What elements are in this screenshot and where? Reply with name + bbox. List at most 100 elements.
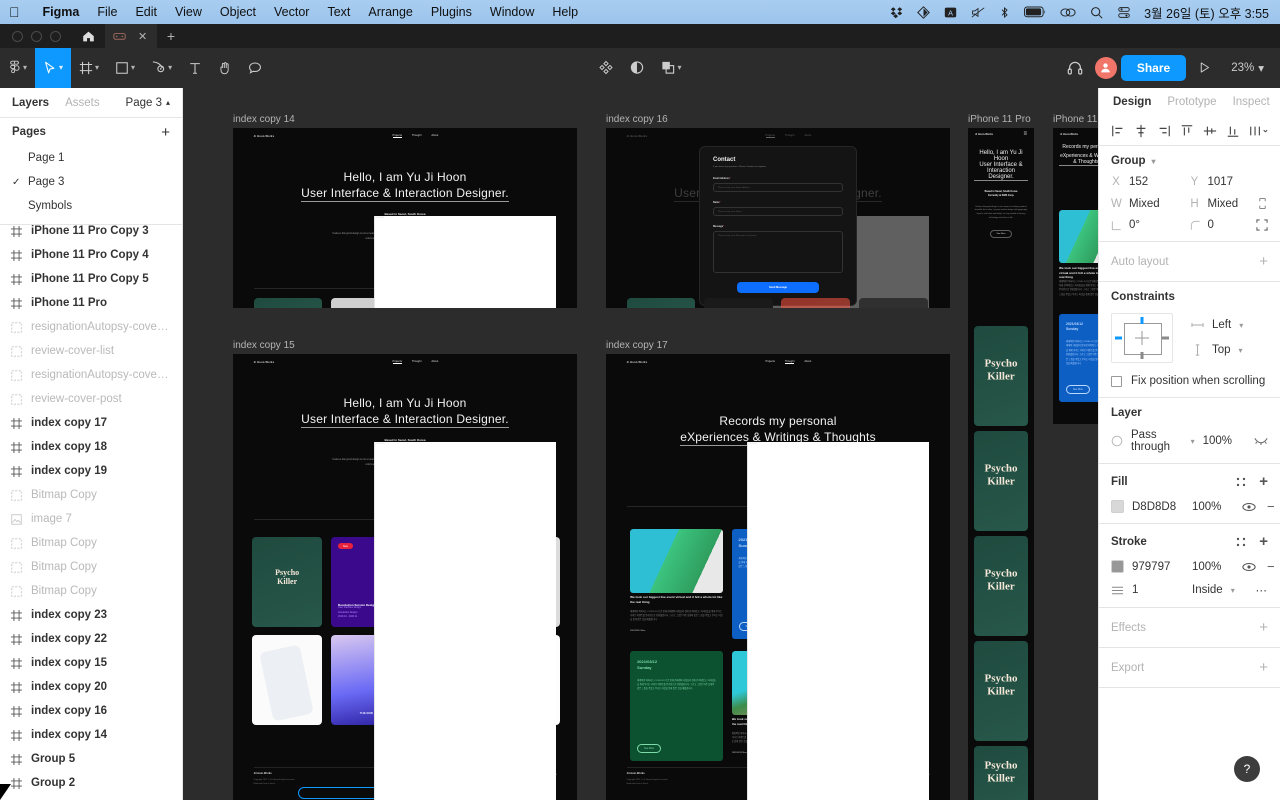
fix-position-checkbox[interactable] (1111, 375, 1122, 387)
layer-row[interactable]: index copy 15 (0, 651, 182, 675)
project-thumbnail[interactable] (704, 298, 773, 308)
project-thumbnail[interactable] (858, 298, 928, 308)
email-field[interactable]: Please enter your Email address (713, 183, 843, 192)
nav-about[interactable]: About (804, 360, 811, 364)
menu-plugins[interactable]: Plugins (422, 5, 481, 19)
page-item-page-1[interactable]: Page 1 (0, 146, 182, 170)
tab-prototype[interactable]: Prototype (1167, 96, 1216, 108)
project-card-psycho-killer[interactable]: Psycho Killer (974, 326, 1028, 426)
nav-about[interactable]: About (431, 360, 438, 364)
constraint-marker-top[interactable] (1140, 317, 1144, 324)
layer-row[interactable]: Bitmap Copy (0, 531, 182, 555)
window-controls[interactable] (0, 30, 71, 42)
frame-index-copy-14[interactable]: Ji Hoon.Works Projects Thought About Con… (233, 128, 577, 308)
layer-row[interactable]: index copy 20 (0, 675, 182, 699)
layer-row[interactable]: resignationAutopsy-cover-post (0, 363, 182, 387)
add-stroke-button[interactable]: + (1259, 533, 1268, 550)
layer-row[interactable]: index copy 19 (0, 459, 182, 483)
frame-label[interactable]: index copy 17 (606, 340, 668, 351)
file-tab[interactable]: ✕ (105, 24, 157, 48)
h-field[interactable]: H Mixed (1190, 197, 1269, 210)
frame-label[interactable]: index copy 15 (233, 340, 295, 351)
nav-projects[interactable]: Projects (392, 360, 402, 364)
independent-corners-icon[interactable] (1256, 219, 1268, 231)
add-fill-button[interactable]: + (1259, 473, 1268, 490)
layer-row[interactable]: review-cover-post (0, 387, 182, 411)
control-center-icon[interactable] (1110, 6, 1138, 19)
page-item-symbols[interactable]: Symbols (0, 194, 182, 218)
hero-see-more-button[interactable]: See More (990, 229, 1012, 238)
menu-text[interactable]: Text (318, 5, 359, 19)
layer-row[interactable]: image 7 (0, 507, 182, 531)
menu-object[interactable]: Object (211, 5, 265, 19)
layer-row[interactable]: review-cover-list (0, 339, 182, 363)
nav-thought[interactable]: Thought (412, 360, 422, 364)
frame-iphone-11-pro-2[interactable]: Ji Hoon.Works Records my personal eXperi… (1053, 128, 1098, 424)
constraints-widget[interactable] (1111, 313, 1173, 363)
menu-window[interactable]: Window (481, 5, 543, 19)
layer-row[interactable]: index copy 23 (0, 603, 182, 627)
card-see-more-button[interactable]: See More (637, 744, 662, 753)
menu-figma[interactable]: Figma (34, 5, 89, 19)
constrain-proportions-icon[interactable] (1257, 197, 1268, 210)
menu-vector[interactable]: Vector (265, 5, 318, 19)
link-icon[interactable] (1053, 6, 1083, 19)
layer-row[interactable]: index copy 17 (0, 411, 182, 435)
close-window-button[interactable] (12, 30, 23, 42)
contact-modal[interactable]: Contact If you have any questions, Pleas… (699, 146, 857, 306)
menu-edit[interactable]: Edit (126, 5, 166, 19)
hand-tool[interactable] (210, 48, 240, 88)
layer-row[interactable]: index copy 18 (0, 435, 182, 459)
stroke-row[interactable]: 979797 100% − (1111, 560, 1275, 573)
project-card-mobile[interactable] (251, 635, 323, 725)
group-header[interactable]: Group ▾ (1111, 155, 1268, 167)
y-field[interactable]: Y 1017 (1190, 176, 1269, 188)
align-right-icon[interactable] (1157, 124, 1171, 138)
mute-icon[interactable] (964, 6, 992, 19)
stroke-color-swatch[interactable] (1111, 560, 1124, 573)
eye-icon[interactable] (1242, 562, 1256, 572)
stroke-weight-value[interactable]: 1 (1132, 584, 1184, 596)
layer-row[interactable]: iPhone 11 Pro Copy 5 (0, 267, 182, 291)
minus-icon[interactable]: − (1267, 560, 1275, 573)
fill-row[interactable]: D8D8D8 100% − (1111, 500, 1275, 513)
tab-assets[interactable]: Assets (65, 97, 100, 109)
constraint-marker-right[interactable] (1162, 336, 1169, 340)
headphones-icon[interactable] (1059, 48, 1091, 88)
w-field[interactable]: W Mixed (1111, 197, 1190, 210)
fix-position-row[interactable]: Fix position when scrolling (1111, 375, 1268, 387)
project-card-psycho-killer[interactable]: Psycho Killer (974, 641, 1028, 741)
project-card-psycho-killer[interactable]: Psycho Killer (251, 537, 323, 627)
constraint-marker-left[interactable] (1115, 336, 1122, 340)
share-button[interactable]: Share (1120, 54, 1187, 81)
blog-card-featured[interactable]: 2021/03/12Sunday 세계적인 바이러스 COVID-19 으로 인… (1059, 314, 1098, 402)
tab-inspect[interactable]: Inspect (1233, 96, 1270, 108)
project-card-psycho-killer[interactable]: Psycho Killer (974, 431, 1028, 531)
blog-card-featured[interactable]: 2021/03/12Sunday 세계적인 바이러스 COVID-19 으로 인… (630, 651, 723, 761)
align-horizontal-center-icon[interactable] (1134, 124, 1148, 138)
stroke-opacity-value[interactable]: 100% (1192, 561, 1234, 573)
design-canvas[interactable]: index copy 14 index copy 16 index copy 1… (183, 88, 1098, 800)
menu-help[interactable]: Help (543, 5, 587, 19)
frame-label[interactable]: index copy 14 (233, 114, 295, 125)
nav-thought[interactable]: Thought (784, 360, 795, 364)
move-tool[interactable]: ▾ (35, 47, 72, 88)
add-export-button[interactable]: + (1259, 659, 1268, 676)
search-icon[interactable] (1083, 6, 1110, 19)
align-bottom-icon[interactable] (1226, 124, 1240, 138)
boolean-ops-button[interactable]: ▾ (652, 48, 689, 88)
project-card-psycho-killer[interactable]: Psycho Killer (974, 536, 1028, 636)
menu-file[interactable]: File (88, 5, 126, 19)
nav-contact[interactable]: Contact (374, 216, 557, 308)
distribute-icon[interactable] (1249, 124, 1268, 138)
fill-color-value[interactable]: D8D8D8 (1132, 501, 1184, 513)
hide-icon[interactable] (1254, 436, 1268, 446)
frame-index-copy-17[interactable]: Ji Hoon.Works Projects Thought About Con… (606, 354, 950, 800)
page-item-page-3[interactable]: ✓ Page 3 (0, 170, 182, 194)
vertical-constraint-dropdown[interactable]: Top ▾ (1191, 344, 1243, 356)
layer-row[interactable]: Bitmap Copy (0, 579, 182, 603)
nav-thought[interactable]: Thought (412, 134, 422, 138)
layer-row[interactable]: Bitmap Copy (0, 555, 182, 579)
stroke-weight-row[interactable]: 1 Inside ▾ ⋯ (1111, 583, 1268, 597)
send-message-button[interactable]: Send Message (737, 282, 819, 293)
